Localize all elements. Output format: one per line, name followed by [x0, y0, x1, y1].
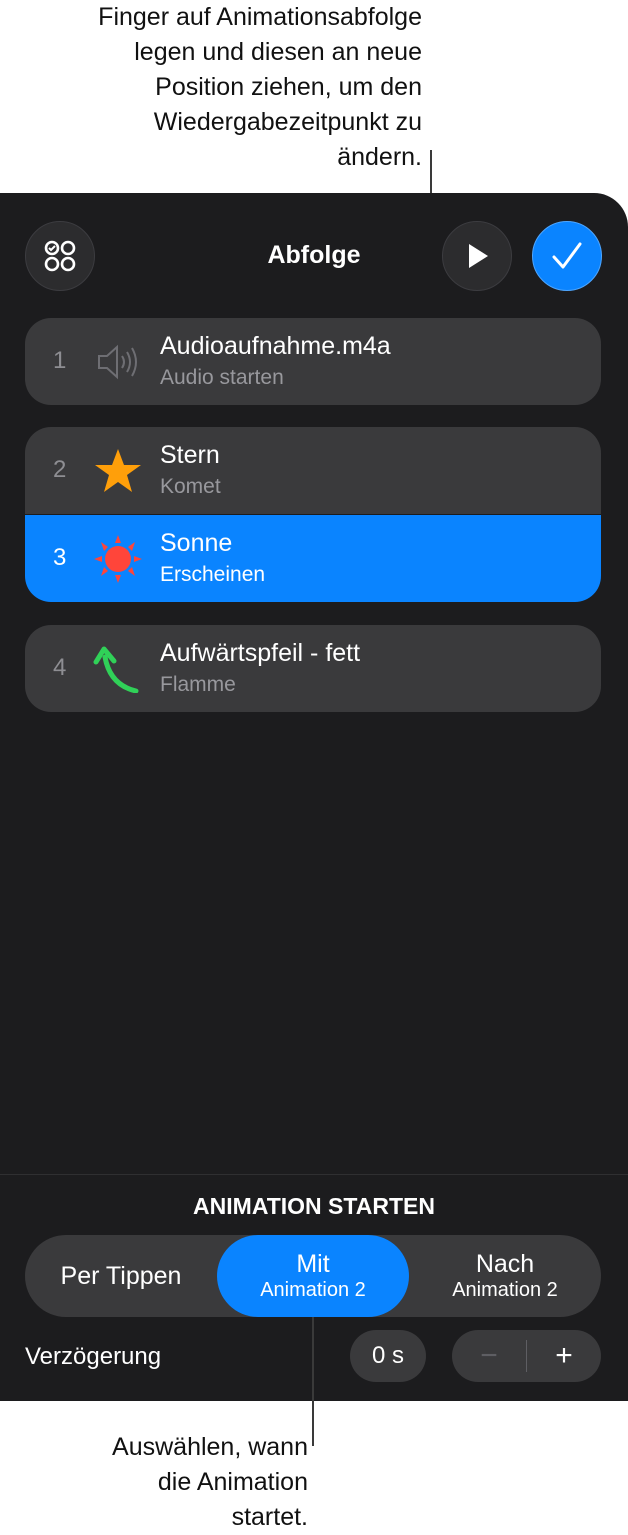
item-subtitle: Audio starten	[160, 366, 284, 389]
segment-label: Nach	[475, 1250, 535, 1278]
checkmark-icon	[552, 242, 582, 269]
sequence-item-audio[interactable]: 1 Audioaufnahme.m4a Audio starten	[25, 318, 601, 405]
start-callout-text: Auswählen, wann die Animation startet.	[112, 1433, 308, 1531]
segment-label: Mit	[296, 1250, 330, 1278]
delay-label: Verzögerung	[25, 1343, 162, 1370]
item-title: Aufwärtspfeil - fett	[160, 639, 361, 667]
reorder-callout-text: Finger auf Animationsabfolge legen und d…	[98, 3, 422, 171]
item-number: 1	[53, 347, 67, 374]
item-title: Stern	[160, 441, 220, 469]
segment-sublabel: Animation 2	[452, 1279, 558, 1301]
arrow-up-curved-icon	[93, 646, 139, 693]
segment-after-animation[interactable]: Nach Animation 2	[409, 1235, 601, 1317]
sequence-item-arrow[interactable]: 4 Aufwärtspfeil - fett Flamme	[25, 625, 601, 712]
item-subtitle: Erscheinen	[160, 563, 266, 586]
delay-value-field[interactable]: 0 s	[350, 1330, 426, 1382]
item-title: Audioaufnahme.m4a	[160, 332, 391, 360]
star-icon	[95, 449, 141, 492]
item-number: 2	[53, 456, 67, 483]
decrement-button[interactable]: −	[452, 1330, 526, 1382]
divider	[0, 1174, 628, 1175]
start-callout-line	[312, 1317, 314, 1446]
item-number: 3	[53, 544, 67, 571]
segment-with-animation-selected[interactable]: Mit Animation 2	[217, 1235, 409, 1317]
speaker-icon	[98, 344, 137, 380]
delay-stepper: − +	[452, 1330, 601, 1382]
start-mode-segmented-control: Per Tippen Mit Animation 2 Nach Animatio…	[25, 1235, 601, 1317]
segment-label: Per Tippen	[60, 1262, 182, 1290]
item-title: Sonne	[160, 529, 233, 557]
sequence-item-sun-selected[interactable]: 3 Sonne Erscheinen	[25, 515, 601, 602]
play-button[interactable]	[442, 221, 512, 291]
sun-icon	[94, 535, 142, 583]
segment-sublabel: Animation 2	[260, 1279, 366, 1301]
animation-sequence-panel: Abfolge 1 Audioaufnahme.m4a Audio starte…	[0, 193, 628, 1401]
item-subtitle: Komet	[160, 475, 221, 498]
increment-button[interactable]: +	[527, 1330, 601, 1382]
play-icon	[469, 244, 488, 268]
sequence-item-star[interactable]: 2 Stern Komet	[25, 427, 601, 514]
segment-on-tap[interactable]: Per Tippen	[25, 1235, 217, 1317]
item-subtitle: Flamme	[160, 673, 236, 696]
start-animation-heading: ANIMATION STARTEN	[193, 1193, 435, 1219]
item-number: 4	[53, 654, 67, 681]
done-button[interactable]	[532, 221, 602, 291]
